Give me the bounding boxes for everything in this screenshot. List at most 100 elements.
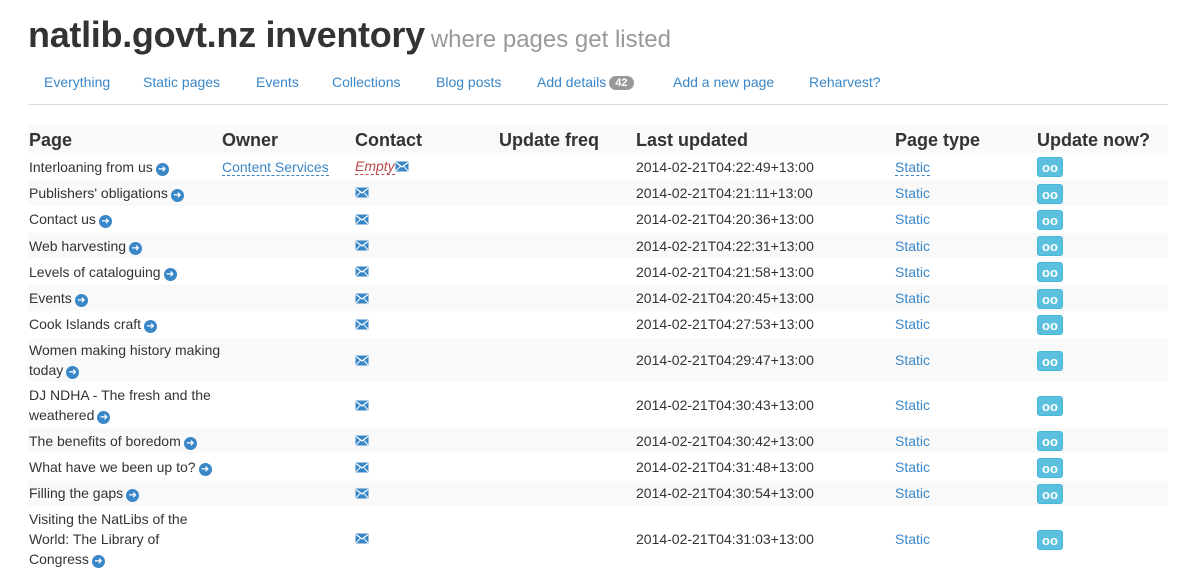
- envelope-icon[interactable]: [395, 157, 409, 177]
- cell-last-updated: 2014-02-21T04:30:43+13:00: [635, 382, 894, 428]
- page-type-link[interactable]: Static: [895, 290, 930, 306]
- page-name[interactable]: The benefits of boredom: [29, 433, 181, 449]
- arrow-circle-right-icon[interactable]: ➜: [126, 489, 140, 503]
- envelope-icon[interactable]: [355, 289, 369, 309]
- cell-page: Cook Islands craft ➜: [28, 310, 221, 338]
- arrow-circle-right-icon[interactable]: ➜: [91, 554, 105, 568]
- col-header-update-now[interactable]: Update now?: [1036, 125, 1168, 154]
- envelope-icon[interactable]: [355, 236, 369, 256]
- cell-update-now: oo: [1036, 382, 1168, 428]
- arrow-circle-right-icon[interactable]: ➜: [155, 162, 169, 176]
- page-type-link[interactable]: Static: [895, 211, 930, 227]
- cell-update-now: oo: [1036, 427, 1168, 454]
- update-now-button[interactable]: oo: [1037, 209, 1063, 230]
- tab-add-new-page[interactable]: Add a new page: [673, 74, 774, 90]
- table-row: Visiting the NatLibs of the World: The L…: [28, 505, 1168, 571]
- page-name[interactable]: Contact us: [29, 211, 96, 227]
- cell-update-now: oo: [1036, 310, 1168, 338]
- page-type-link[interactable]: Static: [895, 264, 930, 280]
- cell-contact: [354, 284, 498, 312]
- col-header-update-freq[interactable]: Update freq: [498, 125, 635, 154]
- tab-add-details[interactable]: Add details 42: [537, 74, 634, 90]
- cell-update-freq: [498, 258, 635, 285]
- envelope-icon[interactable]: [355, 351, 369, 371]
- arrow-circle-right-icon[interactable]: ➜: [97, 411, 111, 425]
- page-name[interactable]: DJ NDHA - The fresh and the weathered: [29, 387, 211, 423]
- envelope-icon[interactable]: [355, 183, 369, 203]
- page-name[interactable]: Publishers' obligations: [29, 185, 168, 201]
- update-now-button[interactable]: oo: [1037, 262, 1063, 283]
- cell-update-now: oo: [1036, 337, 1168, 383]
- cell-contact: [354, 453, 498, 481]
- envelope-icon[interactable]: [355, 431, 369, 451]
- arrow-circle-right-icon[interactable]: ➜: [98, 215, 112, 229]
- arrow-circle-right-icon[interactable]: ➜: [183, 436, 197, 450]
- envelope-icon[interactable]: [355, 315, 369, 335]
- page-name[interactable]: Web harvesting: [29, 238, 126, 254]
- page-name[interactable]: Visiting the NatLibs of the World: The L…: [29, 511, 188, 567]
- update-now-button[interactable]: oo: [1037, 431, 1063, 452]
- update-now-button[interactable]: oo: [1037, 457, 1063, 478]
- page-type-link[interactable]: Static: [895, 158, 931, 176]
- page-type-link[interactable]: Static: [895, 352, 930, 368]
- cell-last-updated: 2014-02-21T04:22:49+13:00: [635, 152, 894, 180]
- envelope-icon[interactable]: [355, 262, 369, 282]
- arrow-circle-right-icon[interactable]: ➜: [198, 463, 212, 477]
- page-type-link[interactable]: Static: [895, 485, 930, 501]
- page-name[interactable]: Cook Islands craft: [29, 316, 141, 332]
- page-type-link[interactable]: Static: [895, 316, 930, 332]
- cell-page: What have we been up to? ➜: [28, 453, 221, 481]
- page-name[interactable]: What have we been up to?: [29, 459, 196, 475]
- contact-empty-link[interactable]: Empty: [355, 158, 395, 176]
- arrow-circle-right-icon[interactable]: ➜: [129, 241, 143, 255]
- envelope-icon[interactable]: [355, 458, 369, 478]
- page-type-link[interactable]: Static: [895, 238, 930, 254]
- col-header-owner[interactable]: Owner: [221, 125, 354, 154]
- update-now-button[interactable]: oo: [1037, 183, 1063, 204]
- update-now-button[interactable]: oo: [1037, 157, 1063, 178]
- col-header-contact[interactable]: Contact: [354, 125, 498, 154]
- page-name[interactable]: Levels of cataloguing: [29, 264, 161, 280]
- tab-everything[interactable]: Everything: [44, 74, 110, 90]
- cell-last-updated: 2014-02-21T04:30:54+13:00: [635, 479, 894, 507]
- page-type-link[interactable]: Static: [895, 433, 930, 449]
- update-now-button[interactable]: oo: [1037, 236, 1063, 257]
- update-now-button[interactable]: oo: [1037, 315, 1063, 336]
- arrow-circle-right-icon[interactable]: ➜: [144, 320, 158, 334]
- page-type-link[interactable]: Static: [895, 185, 930, 201]
- arrow-circle-right-icon[interactable]: ➜: [170, 188, 184, 202]
- page-type-link[interactable]: Static: [895, 531, 930, 547]
- update-now-button[interactable]: oo: [1037, 483, 1063, 504]
- envelope-icon[interactable]: [355, 396, 369, 416]
- col-header-page[interactable]: Page: [28, 125, 221, 154]
- arrow-circle-right-icon[interactable]: ➜: [74, 294, 88, 308]
- envelope-icon[interactable]: [355, 210, 369, 230]
- envelope-icon[interactable]: [355, 529, 369, 549]
- cell-update-freq: [498, 337, 635, 383]
- page-type-link[interactable]: Static: [895, 459, 930, 475]
- col-header-page-type[interactable]: Page type: [894, 125, 1036, 154]
- cell-page-type: Static: [894, 284, 1036, 312]
- page-type-link[interactable]: Static: [895, 397, 930, 413]
- tab-blog-posts[interactable]: Blog posts: [436, 74, 501, 90]
- page-name[interactable]: Interloaning from us: [29, 159, 153, 175]
- page-name[interactable]: Filling the gaps: [29, 485, 123, 501]
- cell-page-type: Static: [894, 479, 1036, 507]
- tab-events[interactable]: Events: [256, 74, 299, 90]
- page-name[interactable]: Women making history making today: [29, 342, 220, 378]
- update-now-button[interactable]: oo: [1037, 288, 1063, 309]
- col-header-last-updated[interactable]: Last updated: [635, 125, 894, 154]
- update-now-button[interactable]: oo: [1037, 350, 1063, 371]
- envelope-icon[interactable]: [355, 484, 369, 504]
- cell-last-updated: 2014-02-21T04:21:58+13:00: [635, 258, 894, 285]
- cell-owner: [221, 205, 354, 233]
- tab-static-pages[interactable]: Static pages: [143, 74, 220, 90]
- tab-collections[interactable]: Collections: [332, 74, 400, 90]
- cell-owner: [221, 453, 354, 481]
- page-name[interactable]: Events: [29, 290, 72, 306]
- arrow-circle-right-icon[interactable]: ➜: [163, 267, 177, 281]
- arrow-circle-right-icon[interactable]: ➜: [66, 366, 80, 380]
- owner-link[interactable]: Content Services: [222, 158, 329, 176]
- tab-reharvest[interactable]: Reharvest?: [809, 74, 881, 90]
- update-now-button[interactable]: oo: [1037, 395, 1063, 416]
